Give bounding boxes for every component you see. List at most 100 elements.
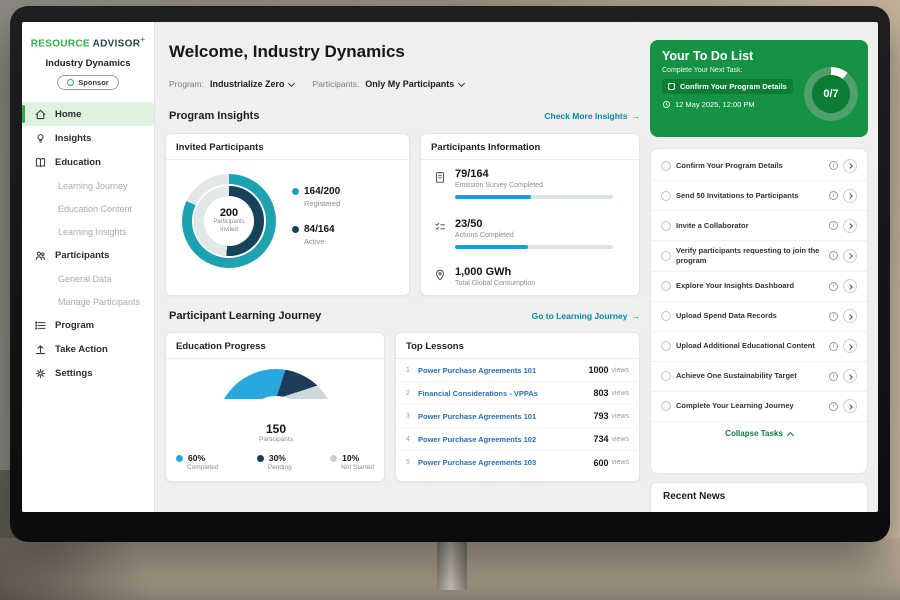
task-row[interactable]: Invite a Collaborator i	[651, 211, 867, 241]
sidebar-item-general-data[interactable]: General Data	[22, 267, 154, 290]
legend-item-registered: 164/200 Registered	[292, 186, 340, 208]
task-checkbox[interactable]	[661, 401, 671, 411]
task-row[interactable]: Complete Your Learning Journey i	[651, 392, 867, 422]
program-filter-dropdown[interactable]: Industrialize Zero	[210, 79, 295, 89]
task-checkbox[interactable]	[661, 251, 671, 261]
lesson-link[interactable]: Financial Considerations - VPPAs	[418, 389, 593, 398]
lesson-link[interactable]: Power Purchase Agreements 101	[418, 412, 593, 421]
task-open-button[interactable]	[843, 159, 857, 173]
legend-value: 60%	[188, 453, 205, 463]
main-content: Welcome, Industry Dynamics Program: Indu…	[155, 22, 652, 512]
link-label: Go to Learning Journey	[532, 311, 628, 321]
lesson-link[interactable]: Power Purchase Agreements 102	[418, 435, 593, 444]
info-icon[interactable]: i	[829, 251, 838, 260]
info-label: Actions Completed	[455, 232, 613, 239]
sponsor-badge[interactable]: Sponsor	[57, 75, 118, 90]
gray-dot-icon	[330, 455, 337, 462]
donut-center-value: 200	[220, 207, 238, 219]
task-label: Verify participants requesting to join t…	[676, 246, 824, 266]
info-icon[interactable]: i	[829, 282, 838, 291]
task-row[interactable]: Verify participants requesting to join t…	[651, 241, 867, 272]
lesson-views: 1000	[588, 365, 608, 375]
task-checkbox[interactable]	[661, 281, 671, 291]
info-value: 1,000 GWh	[455, 266, 535, 278]
checkbox-icon[interactable]	[668, 83, 675, 90]
sidebar-item-label: Learning Journey	[58, 181, 128, 191]
task-open-button[interactable]	[843, 249, 857, 263]
sidebar-item-manage-participants[interactable]: Manage Participants	[22, 290, 154, 313]
sidebar-item-learning-journey[interactable]: Learning Journey	[22, 174, 154, 197]
task-open-button[interactable]	[843, 189, 857, 203]
card-title: Invited Participants	[166, 134, 409, 160]
info-icon[interactable]: i	[829, 342, 838, 351]
task-open-button[interactable]	[843, 369, 857, 383]
lesson-link[interactable]: Power Purchase Agreements 101	[418, 366, 588, 375]
task-open-button[interactable]	[843, 339, 857, 353]
next-task-chip[interactable]: Confirm Your Program Details	[662, 79, 793, 94]
gauge-center: 150 Participants	[216, 422, 336, 443]
info-icon[interactable]: i	[829, 372, 838, 381]
info-icon[interactable]: i	[829, 161, 838, 170]
collapse-tasks-button[interactable]: Collapse Tasks	[651, 422, 867, 446]
progress-arc	[804, 67, 858, 121]
list-icon	[34, 319, 47, 332]
check-more-insights-link[interactable]: Check More Insights →	[544, 111, 640, 121]
sidebar-item-take-action[interactable]: Take Action	[22, 337, 154, 361]
sidebar-item-education[interactable]: Education	[22, 150, 154, 174]
sidebar-item-learning-insights[interactable]: Learning Insights	[22, 220, 154, 243]
sidebar-item-education-content[interactable]: Education Content	[22, 197, 154, 220]
info-icon[interactable]: i	[829, 221, 838, 230]
task-checkbox[interactable]	[661, 191, 671, 201]
info-icon[interactable]: i	[829, 312, 838, 321]
legend-label: Completed	[187, 464, 218, 471]
task-open-button[interactable]	[843, 399, 857, 413]
legend-value: 164/200	[304, 186, 340, 197]
task-row[interactable]: Confirm Your Program Details i	[651, 151, 867, 181]
program-insights-header: Program Insights Check More Insights →	[169, 110, 640, 122]
actions-progress-bar	[455, 245, 613, 249]
education-legend: 60% Completed 30% Pending 10% Not Starte…	[176, 453, 374, 471]
task-row[interactable]: Achieve One Sustainability Target i	[651, 362, 867, 392]
sidebar-item-label: Program	[55, 320, 94, 331]
legend-item-pending: 30% Pending	[257, 453, 292, 471]
task-open-button[interactable]	[843, 309, 857, 323]
task-checkbox[interactable]	[661, 341, 671, 351]
task-checkbox[interactable]	[661, 371, 671, 381]
participants-filter-dropdown[interactable]: Only My Participants	[365, 79, 464, 89]
sidebar-item-home[interactable]: Home	[22, 102, 154, 126]
sponsor-label: Sponsor	[78, 78, 108, 87]
task-row[interactable]: Explore Your Insights Dashboard i	[651, 272, 867, 302]
task-checkbox[interactable]	[661, 311, 671, 321]
lesson-link[interactable]: Power Purchase Agreements 103	[418, 458, 593, 467]
info-icon[interactable]: i	[829, 402, 838, 411]
go-to-learning-journey-link[interactable]: Go to Learning Journey →	[532, 311, 640, 321]
chevron-right-icon	[847, 223, 853, 229]
program-filter-value: Industrialize Zero	[210, 79, 285, 89]
info-icon[interactable]: i	[829, 191, 838, 200]
invited-donut-center: 200 Participants Invited	[204, 196, 254, 246]
chevron-up-icon	[787, 431, 794, 438]
sidebar-item-settings[interactable]: Settings	[22, 361, 154, 385]
task-row[interactable]: Send 50 Invitations to Participants i	[651, 181, 867, 211]
task-checkbox[interactable]	[661, 221, 671, 231]
task-open-button[interactable]	[843, 219, 857, 233]
sidebar-item-label: Take Action	[55, 344, 108, 355]
teal-dot-icon	[292, 188, 299, 195]
legend-item-active: 84/164 Active	[292, 224, 340, 246]
section-title: Program Insights	[169, 110, 259, 122]
dark-dot-icon	[292, 226, 299, 233]
task-row[interactable]: Upload Additional Educational Content i	[651, 332, 867, 362]
sidebar-item-participants[interactable]: Participants	[22, 243, 154, 267]
task-open-button[interactable]	[843, 279, 857, 293]
sidebar-item-insights[interactable]: Insights	[22, 126, 154, 150]
invited-donut-inner: 200 Participants Invited	[194, 186, 264, 256]
legend-label: Pending	[268, 464, 292, 471]
lesson-views-unit: views	[611, 459, 629, 466]
due-date-label: 12 May 2025, 12:00 PM	[675, 100, 755, 109]
sidebar-item-program[interactable]: Program	[22, 313, 154, 337]
app-logo: RESOURCE ADVISOR+	[22, 22, 154, 51]
recent-news-card[interactable]: Recent News	[650, 482, 868, 512]
lesson-views-unit: views	[611, 390, 629, 397]
task-row[interactable]: Upload Spend Data Records i	[651, 302, 867, 332]
task-checkbox[interactable]	[661, 161, 671, 171]
